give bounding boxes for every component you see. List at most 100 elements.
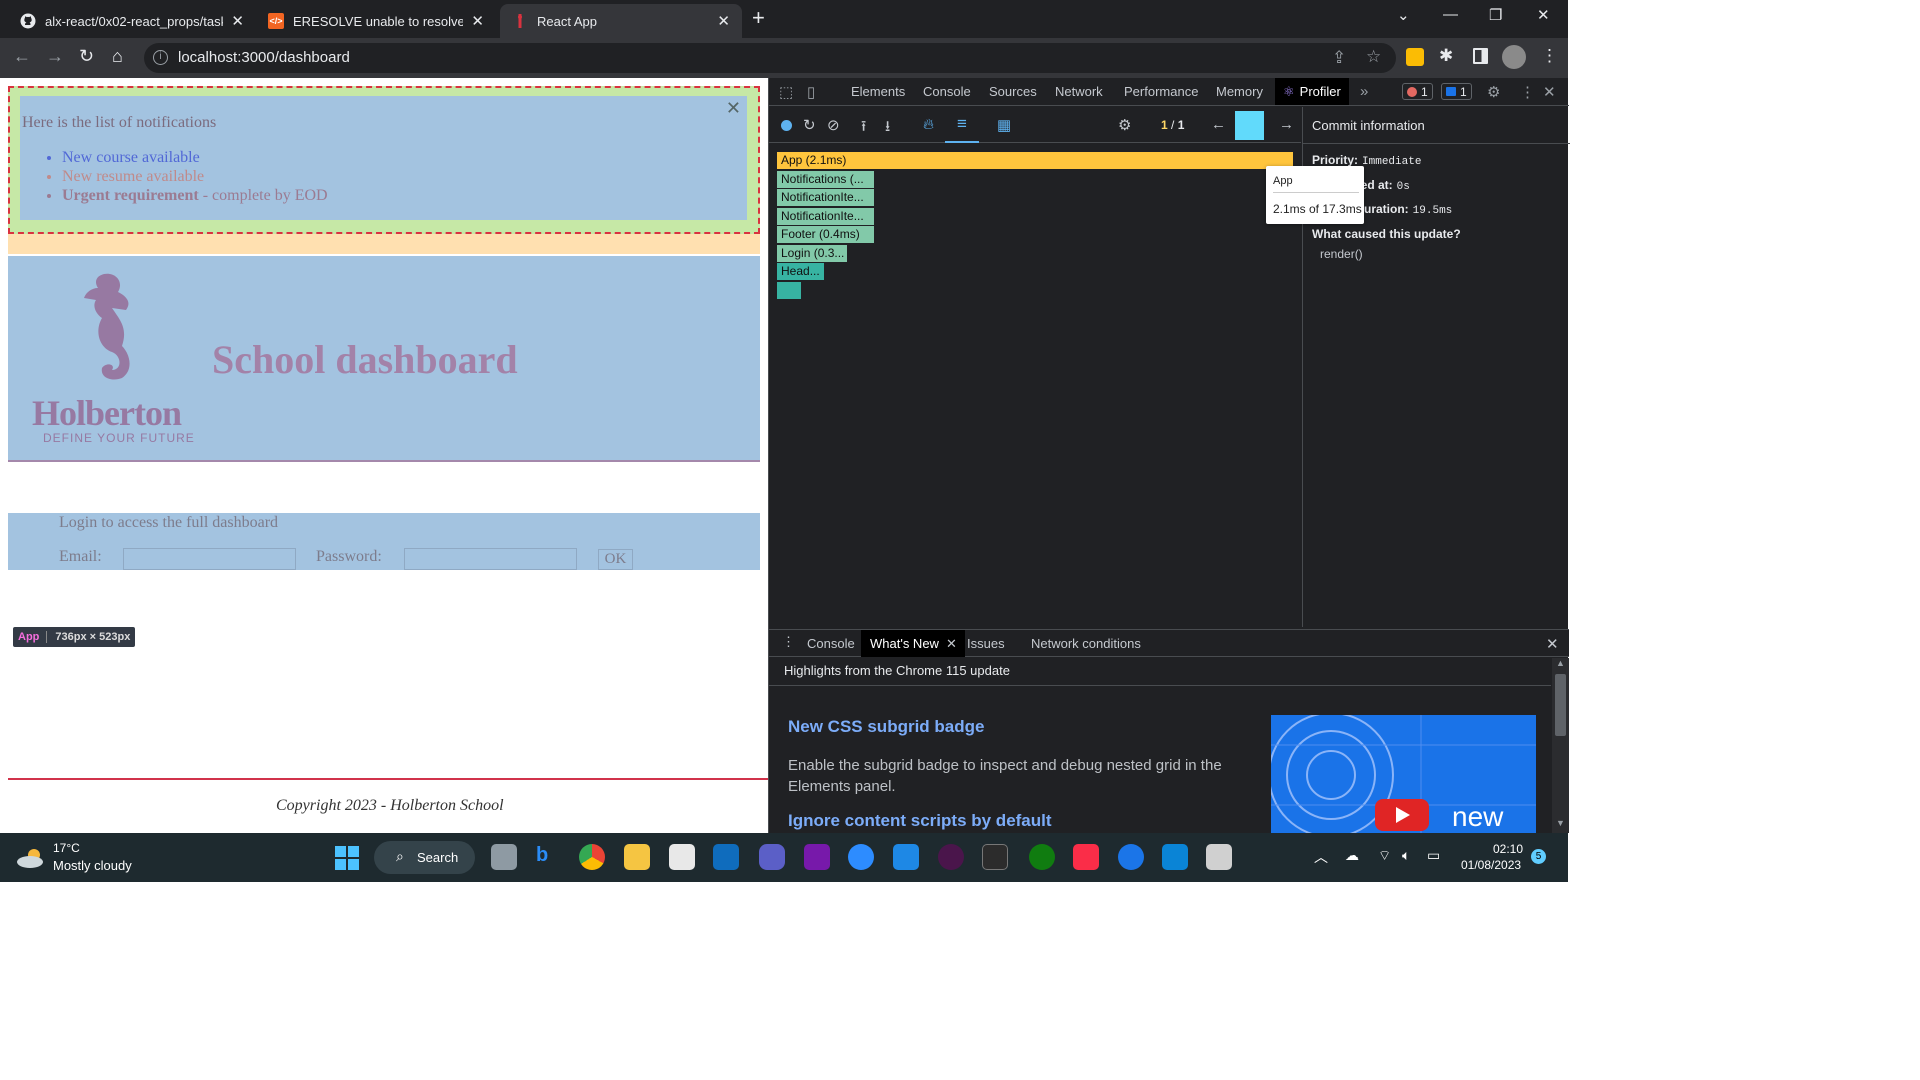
close-icon[interactable]: ✕ [726,98,741,119]
drawer-tab-network-conditions[interactable]: Network conditions [1031,636,1141,651]
cause-value[interactable]: render() [1320,247,1363,261]
flame-bar-login[interactable]: Login (0.3... [777,245,847,262]
share-icon[interactable]: ⇪ [1332,48,1346,68]
extensions-puzzle-icon[interactable]: ✱ [1439,46,1453,66]
notification-count-badge[interactable]: 5 [1531,849,1546,864]
flame-bar-app[interactable]: App (2.1ms) [777,152,1293,169]
tab-profiler[interactable]: ⚛ Profiler [1275,78,1349,105]
more-tabs-icon[interactable]: » [1360,83,1368,100]
drawer-tab-console[interactable]: Console [807,636,855,651]
whats-new-heading[interactable]: New CSS subgrid badge [788,717,984,737]
tab-search-icon[interactable]: ⌄ [1397,6,1410,24]
flame-bar-footer[interactable]: Footer (0.4ms) [777,226,874,243]
notification-item[interactable]: New course available [62,148,328,167]
close-tab-icon[interactable]: ✕ [946,636,957,651]
prev-commit-icon[interactable]: ← [1211,116,1226,133]
volume-icon[interactable]: 🔈︎ [1402,847,1410,864]
clock-date[interactable]: 01/08/2023 [1461,858,1521,872]
settings-gear-icon[interactable]: ⚙ [1487,83,1500,101]
close-tab-icon[interactable]: ✕ [471,12,484,30]
forward-icon[interactable]: → [46,46,64,67]
minimize-icon[interactable]: — [1443,6,1458,23]
close-tab-icon[interactable]: ✕ [717,12,730,30]
flamegraph-icon[interactable]: 🔥︎ [923,116,934,133]
side-panel-icon[interactable] [1473,48,1488,64]
weather-description[interactable]: Mostly cloudy [53,858,132,873]
copilot-icon[interactable] [759,844,785,870]
tab-memory[interactable]: Memory [1216,84,1263,99]
drawer-scrollbar[interactable]: ▲ ▼ [1552,658,1569,833]
windows-start-icon[interactable] [335,846,359,870]
home-icon[interactable]: ⌂ [112,46,123,67]
extension-icon[interactable] [1406,48,1424,66]
clear-icon[interactable]: ⊘ [827,116,840,134]
close-devtools-icon[interactable]: ✕ [1543,83,1556,101]
tab-elements[interactable]: Elements [851,84,905,99]
whats-new-video-thumbnail[interactable]: new [1271,715,1536,833]
terminal-icon[interactable] [982,844,1008,870]
task-view-icon[interactable] [491,844,517,870]
site-info-icon[interactable]: i [153,50,168,65]
avatar[interactable] [1502,45,1526,69]
file-explorer-icon[interactable] [624,844,650,870]
commit-bar[interactable] [1235,111,1264,140]
reload-icon[interactable]: ↻ [79,46,94,67]
app-icon[interactable] [1162,844,1188,870]
chevron-up-icon[interactable]: ︿ [1314,847,1328,867]
new-tab-icon[interactable]: + [752,5,765,31]
bing-icon[interactable]: b [536,844,562,870]
browser-tab-github[interactable]: alx-react/0x02-react_props/task_ ✕ [8,4,256,38]
upload-icon[interactable]: ⭱ [861,116,866,141]
inspect-element-icon[interactable]: ⬚ [779,83,793,101]
onenote-icon[interactable] [804,844,830,870]
password-field[interactable] [404,548,577,570]
reload-profile-icon[interactable]: ↻ [803,116,816,134]
zoom-icon[interactable] [848,844,874,870]
notification-item[interactable]: New resume available [62,167,328,186]
scrollbar-thumb[interactable] [1555,674,1566,736]
whats-new-heading[interactable]: Ignore content scripts by default [788,811,1052,831]
menu-kebab-icon[interactable]: ⋮ [1541,46,1558,66]
tab-console[interactable]: Console [923,84,971,99]
onedrive-cloud-icon[interactable]: ☁ [1345,847,1359,864]
profiler-settings-icon[interactable]: ⚙ [1118,116,1131,134]
bookmark-star-icon[interactable]: ☆ [1366,47,1381,67]
close-tab-icon[interactable]: ✕ [231,12,244,30]
xbox-icon[interactable] [1029,844,1055,870]
flame-bar-header[interactable]: Head... [777,263,824,280]
timeline-icon[interactable]: ▦ [997,116,1011,134]
music-icon[interactable] [1073,844,1099,870]
url-text[interactable]: localhost:3000/dashboard [178,49,350,66]
device-toolbar-icon[interactable]: ▯ [807,83,815,101]
drawer-menu-icon[interactable]: ⋮ [782,634,795,650]
vscode-icon[interactable] [893,844,919,870]
battery-icon[interactable]: ▭ [1427,847,1440,864]
tab-sources[interactable]: Sources [989,84,1037,99]
scroll-up-icon[interactable]: ▲ [1556,658,1565,668]
drawer-tab-issues[interactable]: Issues [967,636,1005,651]
snipping-tool-icon[interactable] [1206,844,1232,870]
browser-tab-react-app[interactable]: React App ✕ [500,4,742,38]
outlook-icon[interactable] [713,844,739,870]
tab-performance[interactable]: Performance [1124,84,1198,99]
browser-tab-eresolve[interactable]: </> ERESOLVE unable to resolve depe ✕ [256,4,496,38]
omnibox[interactable]: i localhost:3000/dashboard ⇪ ☆ [144,43,1396,73]
flame-bar-notification-item[interactable]: NotificationIte... [777,189,874,206]
flame-bar-child[interactable] [777,282,801,299]
next-commit-icon[interactable]: → [1279,116,1294,133]
wifi-icon[interactable]: ⌔ [1378,847,1391,865]
slack-icon[interactable] [938,844,964,870]
drawer-tab-whats-new[interactable]: What's New ✕ [861,630,965,657]
weather-temperature[interactable]: 17°C [53,841,80,855]
close-window-icon[interactable]: ✕ [1537,6,1550,24]
back-icon[interactable]: ← [13,46,31,67]
email-field[interactable] [123,548,296,570]
clock-time[interactable]: 02:10 [1493,842,1523,856]
devtools-menu-icon[interactable]: ⋮ [1520,83,1535,101]
message-count-badge[interactable]: 1 [1441,83,1472,100]
record-icon[interactable] [781,120,792,131]
restore-icon[interactable]: ❐ [1489,6,1502,24]
flame-bar-notifications[interactable]: Notifications (... [777,171,874,188]
taskbar-search[interactable]: ⌕ Search [374,841,475,874]
ranked-chart-icon[interactable]: ≡ [945,111,979,143]
